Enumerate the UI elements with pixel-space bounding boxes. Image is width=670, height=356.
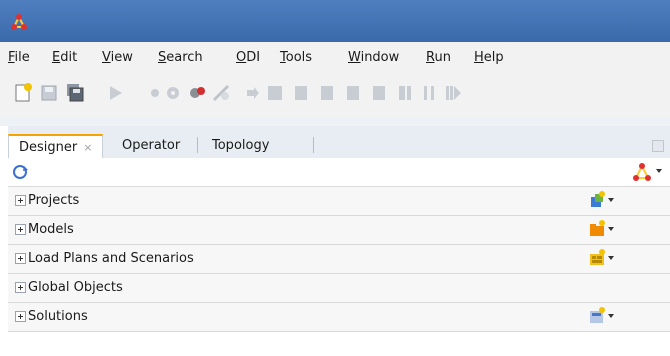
expand-icon[interactable] bbox=[15, 311, 26, 322]
solutions-action[interactable] bbox=[588, 307, 618, 327]
projects-action[interactable] bbox=[588, 191, 618, 211]
tree-row-projects[interactable]: Projects bbox=[8, 187, 670, 216]
tree-row-load-plans-and-scenarios[interactable]: Load Plans and Scenarios bbox=[8, 245, 670, 274]
chevron-down-icon[interactable] bbox=[608, 256, 614, 260]
tab-separator bbox=[197, 137, 198, 153]
pause-icon[interactable] bbox=[418, 82, 440, 104]
models-action[interactable] bbox=[588, 220, 618, 240]
chevron-down-icon[interactable] bbox=[608, 198, 614, 202]
tab-topology-label: Topology bbox=[212, 138, 270, 153]
tree-row-solutions[interactable]: Solutions bbox=[8, 303, 670, 332]
clear-breakpoints-icon[interactable] bbox=[210, 82, 232, 104]
tab-separator bbox=[313, 137, 314, 153]
tree-label: Global Objects bbox=[28, 280, 123, 295]
close-icon[interactable]: × bbox=[83, 141, 92, 154]
navigator-toolbar bbox=[8, 158, 670, 187]
tab-topology[interactable]: Topology bbox=[202, 134, 279, 157]
menu-edit[interactable]: Edit bbox=[52, 50, 77, 65]
new-file-icon[interactable] bbox=[12, 82, 34, 104]
expand-icon[interactable] bbox=[15, 195, 26, 206]
tree-row-models[interactable]: Models bbox=[8, 216, 670, 245]
save-icon[interactable] bbox=[38, 82, 60, 104]
connect-navigator-icon[interactable] bbox=[632, 162, 652, 182]
menu-tools[interactable]: Tools bbox=[280, 50, 312, 65]
navigator-tabs: Designer × Operator Topology bbox=[8, 126, 670, 159]
scenarios-icon bbox=[590, 249, 605, 265]
tree-label: Models bbox=[28, 222, 74, 237]
menu-bar: File Edit View Search ODI Tools Window R… bbox=[0, 42, 670, 118]
menu-file[interactable]: File bbox=[8, 50, 30, 65]
title-bar bbox=[0, 0, 670, 42]
tab-designer-label: Designer bbox=[19, 140, 78, 155]
tree-label: Solutions bbox=[28, 309, 88, 324]
menu-help[interactable]: Help bbox=[474, 50, 504, 65]
save-all-icon[interactable] bbox=[64, 82, 86, 104]
skip-icon[interactable] bbox=[394, 82, 416, 104]
run-icon[interactable] bbox=[104, 82, 126, 104]
tree-label: Load Plans and Scenarios bbox=[28, 251, 194, 266]
step-out-icon[interactable] bbox=[316, 82, 338, 104]
tab-operator-label: Operator bbox=[122, 138, 181, 153]
step-forward-icon[interactable] bbox=[368, 82, 390, 104]
menu-run[interactable]: Run bbox=[426, 50, 451, 65]
menu-window[interactable]: Window bbox=[348, 50, 399, 65]
expand-icon[interactable] bbox=[15, 224, 26, 235]
step-icon[interactable] bbox=[242, 82, 264, 104]
bug-icon[interactable] bbox=[186, 82, 208, 104]
minimize-icon[interactable] bbox=[652, 140, 664, 152]
gear-icon[interactable] bbox=[162, 82, 184, 104]
resume-icon[interactable] bbox=[442, 82, 464, 104]
tab-designer[interactable]: Designer × bbox=[8, 134, 104, 159]
menu-view[interactable]: View bbox=[102, 50, 133, 65]
designer-navigator: Projects Models Load Plans and Scenarios bbox=[8, 158, 670, 356]
step-over-icon[interactable] bbox=[290, 82, 312, 104]
solutions-icon bbox=[590, 307, 605, 323]
chevron-down-icon[interactable] bbox=[608, 227, 614, 231]
tree-row-global-objects[interactable]: Global Objects bbox=[8, 274, 670, 303]
step-back-icon[interactable] bbox=[342, 82, 364, 104]
toolbar-spacer bbox=[0, 118, 670, 126]
chevron-down-icon[interactable] bbox=[656, 169, 662, 173]
models-icon bbox=[590, 220, 605, 236]
step-into-icon[interactable] bbox=[264, 82, 286, 104]
projects-icon bbox=[591, 191, 605, 207]
scenarios-action[interactable] bbox=[588, 249, 618, 269]
expand-icon[interactable] bbox=[15, 282, 26, 293]
refresh-icon[interactable] bbox=[11, 163, 29, 181]
odi-logo-icon bbox=[11, 14, 27, 30]
chevron-down-icon[interactable] bbox=[608, 314, 614, 318]
tree-label: Projects bbox=[28, 193, 80, 208]
expand-icon[interactable] bbox=[15, 253, 26, 264]
menu-odi[interactable]: ODI bbox=[236, 50, 260, 65]
menu-search[interactable]: Search bbox=[158, 50, 203, 65]
tab-operator[interactable]: Operator bbox=[112, 134, 190, 157]
